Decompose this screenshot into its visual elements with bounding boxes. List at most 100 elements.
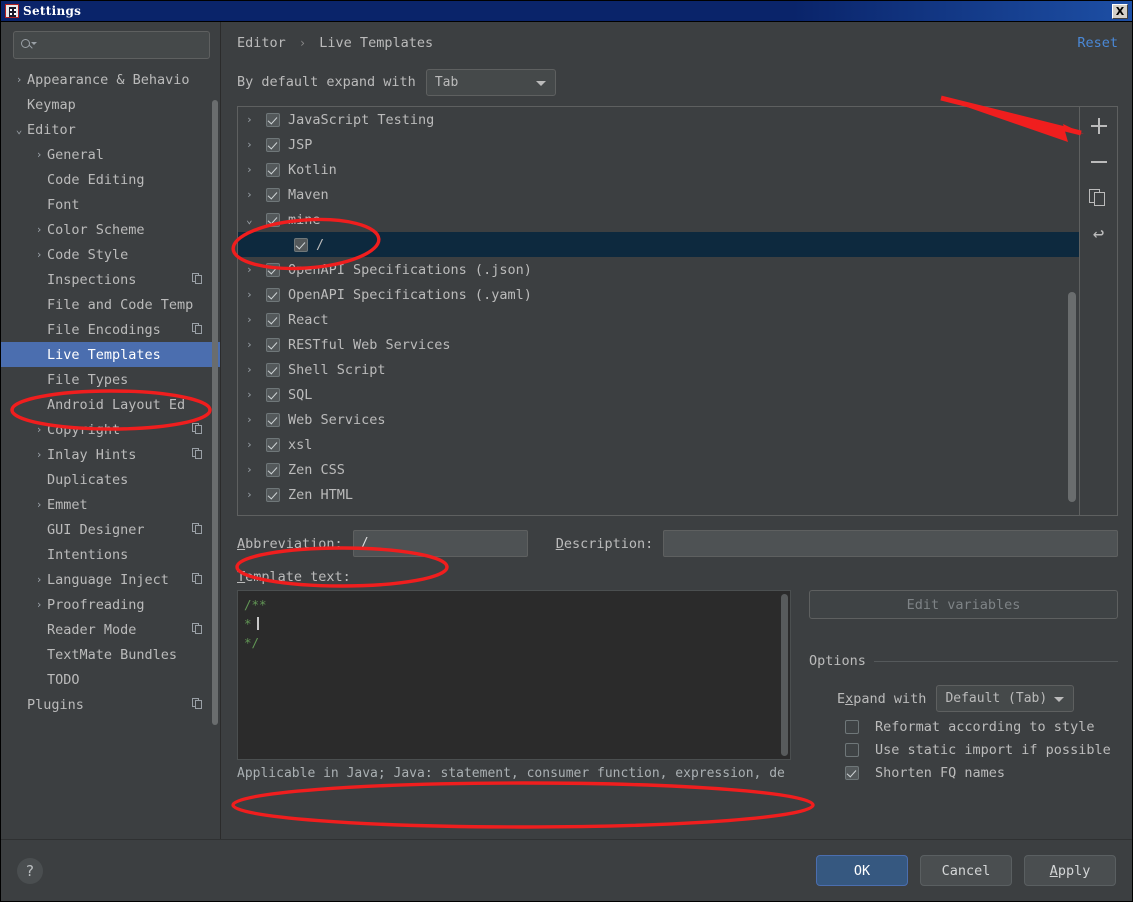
- help-button[interactable]: ?: [17, 857, 43, 884]
- sidebar-item-file-encodings[interactable]: File Encodings: [1, 317, 220, 342]
- sidebar-scrollbar[interactable]: [212, 100, 218, 725]
- chevron-right-icon[interactable]: ›: [246, 463, 266, 476]
- reset-link[interactable]: Reset: [1077, 35, 1118, 51]
- template-checkbox[interactable]: [266, 287, 280, 302]
- template-group-row[interactable]: › Zen HTML: [238, 482, 1079, 507]
- sidebar-item-emmet[interactable]: › Emmet: [1, 492, 220, 517]
- sidebar-item-duplicates[interactable]: Duplicates: [1, 467, 220, 492]
- template-group-row[interactable]: › JavaScript Testing: [238, 107, 1079, 132]
- chevron-right-icon[interactable]: ›: [246, 288, 266, 301]
- sidebar-item-file-types[interactable]: File Types: [1, 367, 220, 392]
- apply-button[interactable]: Apply: [1024, 855, 1116, 886]
- template-checkbox[interactable]: [266, 137, 280, 152]
- chevron-right-icon[interactable]: ›: [246, 113, 266, 126]
- option-row[interactable]: Shorten FQ names: [809, 765, 1118, 781]
- add-template-button[interactable]: [1086, 113, 1112, 139]
- duplicate-template-button[interactable]: [1086, 185, 1112, 211]
- expand-with-select[interactable]: Default (Tab): [936, 685, 1075, 712]
- close-icon[interactable]: X: [1112, 3, 1128, 19]
- template-checkbox[interactable]: [266, 387, 280, 402]
- sidebar-item-textmate-bundles[interactable]: TextMate Bundles: [1, 642, 220, 667]
- sidebar-item-copyright[interactable]: › Copyright: [1, 417, 220, 442]
- template-group-row[interactable]: › React: [238, 307, 1079, 332]
- chevron-right-icon[interactable]: ›: [246, 263, 266, 276]
- search-input[interactable]: [13, 31, 210, 59]
- template-group-row[interactable]: › Shell Script: [238, 357, 1079, 382]
- sidebar-item-general[interactable]: › General: [1, 142, 220, 167]
- chevron-right-icon[interactable]: ›: [31, 149, 47, 160]
- template-checkbox[interactable]: [266, 437, 280, 452]
- ok-button[interactable]: OK: [816, 855, 908, 886]
- template-group-row[interactable]: › OpenAPI Specifications (.json): [238, 257, 1079, 282]
- chevron-right-icon[interactable]: ›: [246, 363, 266, 376]
- cancel-button[interactable]: Cancel: [920, 855, 1012, 886]
- sidebar-item-inspections[interactable]: Inspections: [1, 267, 220, 292]
- option-checkbox[interactable]: [845, 766, 859, 780]
- chevron-down-icon[interactable]: ⌄: [246, 213, 266, 226]
- chevron-right-icon[interactable]: ›: [246, 338, 266, 351]
- chevron-right-icon[interactable]: ›: [246, 138, 266, 151]
- template-checkbox[interactable]: [266, 312, 280, 327]
- template-checkbox[interactable]: [266, 362, 280, 377]
- sidebar-item-live-templates[interactable]: Live Templates: [1, 342, 220, 367]
- chevron-right-icon[interactable]: ›: [246, 188, 266, 201]
- template-group-row[interactable]: › OpenAPI Specifications (.yaml): [238, 282, 1079, 307]
- template-checkbox[interactable]: [266, 187, 280, 202]
- chevron-right-icon[interactable]: ›: [246, 413, 266, 426]
- template-group-row[interactable]: /: [238, 232, 1079, 257]
- chevron-right-icon[interactable]: ›: [31, 574, 47, 585]
- sidebar-item-file-and-code-temp[interactable]: File and Code Temp: [1, 292, 220, 317]
- editor-scrollbar[interactable]: [781, 594, 788, 756]
- sidebar-item-reader-mode[interactable]: Reader Mode: [1, 617, 220, 642]
- template-checkbox[interactable]: [266, 412, 280, 427]
- sidebar-item-code-style[interactable]: › Code Style: [1, 242, 220, 267]
- template-group-row[interactable]: › Kotlin: [238, 157, 1079, 182]
- sidebar-item-keymap[interactable]: Keymap: [1, 92, 220, 117]
- sidebar-item-intentions[interactable]: Intentions: [1, 542, 220, 567]
- template-group-row[interactable]: › Web Services: [238, 407, 1079, 432]
- sidebar-item-language-inject[interactable]: › Language Inject: [1, 567, 220, 592]
- breadcrumb-root[interactable]: Editor: [237, 35, 286, 51]
- template-checkbox[interactable]: [266, 212, 280, 227]
- sidebar-item-editor[interactable]: ⌄ Editor: [1, 117, 220, 142]
- chevron-right-icon[interactable]: ›: [31, 424, 47, 435]
- sidebar-item-color-scheme[interactable]: › Color Scheme: [1, 217, 220, 242]
- chevron-right-icon[interactable]: ›: [246, 438, 266, 451]
- chevron-right-icon[interactable]: ›: [31, 449, 47, 460]
- sidebar-item-todo[interactable]: TODO: [1, 667, 220, 692]
- template-checkbox[interactable]: [266, 337, 280, 352]
- option-checkbox[interactable]: [845, 743, 859, 757]
- chevron-right-icon[interactable]: ›: [31, 499, 47, 510]
- chevron-right-icon[interactable]: ›: [246, 388, 266, 401]
- chevron-right-icon[interactable]: ›: [31, 599, 47, 610]
- chevron-right-icon[interactable]: ›: [31, 224, 47, 235]
- sidebar-item-android-layout-ed[interactable]: Android Layout Ed: [1, 392, 220, 417]
- option-row[interactable]: Reformat according to style: [809, 719, 1118, 735]
- template-group-row[interactable]: ⌄ mine: [238, 207, 1079, 232]
- templates-scrollbar[interactable]: [1068, 292, 1076, 502]
- chevron-right-icon[interactable]: ›: [31, 249, 47, 260]
- template-checkbox[interactable]: [266, 462, 280, 477]
- settings-tree[interactable]: › Appearance & Behavio Keymap ⌄ Editor › Gener…: [1, 65, 220, 839]
- template-group-row[interactable]: › SQL: [238, 382, 1079, 407]
- chevron-right-icon[interactable]: ›: [246, 313, 266, 326]
- option-checkbox[interactable]: [845, 720, 859, 734]
- template-group-row[interactable]: › xsl: [238, 432, 1079, 457]
- sidebar-item-plugins[interactable]: Plugins: [1, 692, 220, 717]
- sidebar-item-font[interactable]: Font: [1, 192, 220, 217]
- revert-template-button[interactable]: ↩: [1086, 221, 1112, 247]
- template-text-editor[interactable]: /** * */: [237, 590, 791, 760]
- chevron-right-icon[interactable]: ›: [11, 74, 27, 85]
- edit-variables-button[interactable]: Edit variables: [809, 590, 1118, 619]
- template-group-row[interactable]: › Zen CSS: [238, 457, 1079, 482]
- sidebar-item-appearance-behavio[interactable]: › Appearance & Behavio: [1, 67, 220, 92]
- description-input[interactable]: [663, 530, 1118, 557]
- sidebar-item-inlay-hints[interactable]: › Inlay Hints: [1, 442, 220, 467]
- chevron-down-icon[interactable]: ⌄: [11, 124, 27, 135]
- template-checkbox[interactable]: [266, 112, 280, 127]
- template-checkbox[interactable]: [266, 487, 280, 502]
- template-checkbox[interactable]: [266, 262, 280, 277]
- template-checkbox[interactable]: [294, 237, 308, 252]
- remove-template-button[interactable]: [1086, 149, 1112, 175]
- sidebar-item-code-editing[interactable]: Code Editing: [1, 167, 220, 192]
